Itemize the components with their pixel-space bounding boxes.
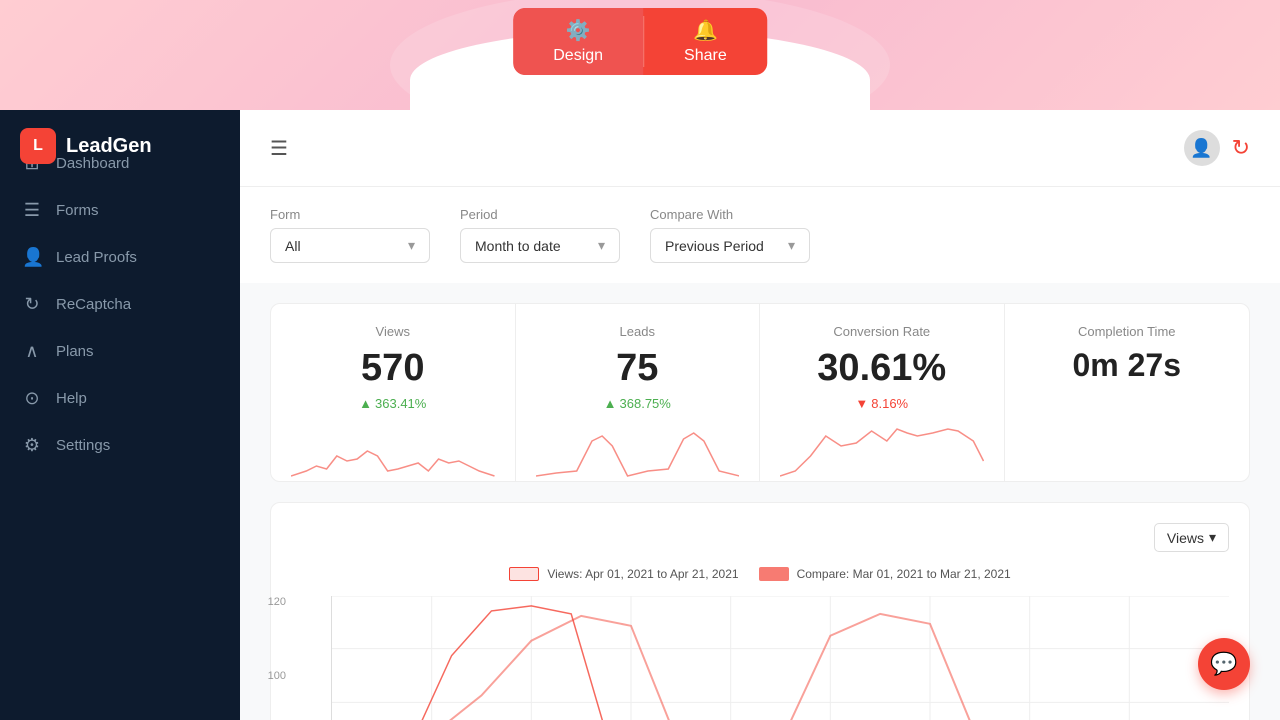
sidebar-item-help[interactable]: ⊙ Help	[0, 375, 240, 422]
views-change: ▲ 363.41%	[291, 396, 495, 411]
user-avatar[interactable]: 👤	[1184, 130, 1220, 166]
nav-items: ⊞ Dashboard ☰ Forms 👤 Lead Proofs ↻ ReCa…	[0, 130, 240, 479]
period-filter-group: Period Month to date ▾	[460, 207, 620, 263]
leads-label: Leads	[536, 324, 740, 339]
chart-header: Views ▾	[291, 523, 1229, 552]
conversion-sparkline	[780, 421, 984, 481]
sidebar-item-forms[interactable]: ☰ Forms	[0, 187, 240, 234]
compare-filter-group: Compare With Previous Period ▾	[650, 207, 810, 263]
plans-icon: ∧	[22, 341, 42, 362]
chart-views-label: Views	[1167, 530, 1204, 546]
period-filter-select[interactable]: Month to date ▾	[460, 228, 620, 263]
legend-current: Views: Apr 01, 2021 to Apr 21, 2021	[509, 567, 738, 581]
compare-filter-caret: ▾	[788, 237, 795, 254]
chart-dropdown-caret: ▾	[1209, 529, 1216, 546]
conversion-label: Conversion Rate	[780, 324, 984, 339]
conversion-change-arrow: ▼	[855, 396, 868, 411]
sidebar-label-help: Help	[56, 390, 87, 407]
sidebar-item-recaptcha[interactable]: ↻ ReCaptcha	[0, 281, 240, 328]
views-change-arrow: ▲	[359, 396, 372, 411]
y-label-120: 120	[256, 596, 286, 608]
chart-wrapper: 120 100 80	[291, 596, 1229, 720]
legend-compare-label: Compare: Mar 01, 2021 to Mar 21, 2021	[797, 567, 1011, 581]
leads-sparkline	[536, 421, 740, 481]
design-icon: ⚙️	[566, 18, 591, 43]
menu-toggle[interactable]: ☰	[270, 136, 288, 161]
sidebar-item-lead-proofs[interactable]: 👤 Lead Proofs	[0, 234, 240, 281]
share-icon: 🔔	[693, 18, 718, 43]
tab-design-label: Design	[553, 47, 603, 65]
help-icon: ⊙	[22, 388, 42, 409]
conversion-change-value: 8.16%	[871, 396, 908, 411]
stat-card-completion: Completion Time 0m 27s	[1005, 304, 1250, 481]
completion-value: 0m 27s	[1025, 347, 1230, 384]
sidebar-label-forms: Forms	[56, 202, 99, 219]
form-filter-label: Form	[270, 207, 430, 222]
compare-filter-label: Compare With	[650, 207, 810, 222]
views-sparkline	[291, 421, 495, 481]
top-banner: ⚙️ Design 🔔 Share	[0, 0, 1280, 110]
form-filter-group: Form All ▾	[270, 207, 430, 263]
period-filter-label: Period	[460, 207, 620, 222]
tab-bar: ⚙️ Design 🔔 Share	[513, 8, 767, 75]
recaptcha-icon: ↻	[22, 294, 42, 315]
sidebar-item-plans[interactable]: ∧ Plans	[0, 328, 240, 375]
form-filter-caret: ▾	[408, 237, 415, 254]
form-filter-select[interactable]: All ▾	[270, 228, 430, 263]
chart-legend: Views: Apr 01, 2021 to Apr 21, 2021 Comp…	[291, 567, 1229, 581]
stat-card-conversion: Conversion Rate 30.61% ▼ 8.16%	[760, 304, 1005, 481]
leads-change: ▲ 368.75%	[536, 396, 740, 411]
tab-share[interactable]: 🔔 Share	[644, 8, 767, 75]
sidebar-label-recaptcha: ReCaptcha	[56, 296, 131, 313]
chart-area	[331, 596, 1229, 720]
period-filter-value: Month to date	[475, 238, 561, 254]
brand-name: LeadGen	[66, 135, 152, 158]
forms-icon: ☰	[22, 200, 42, 221]
views-label: Views	[291, 324, 495, 339]
logo-area: L LeadGen	[0, 110, 240, 182]
leads-value: 75	[536, 347, 740, 390]
completion-label: Completion Time	[1025, 324, 1230, 339]
legend-compare: Compare: Mar 01, 2021 to Mar 21, 2021	[759, 567, 1011, 581]
main-header: ☰ 👤 ↻	[240, 110, 1280, 187]
stats-grid: Views 570 ▲ 363.41% Leads 75 ▲ 368.75% C	[270, 303, 1250, 482]
compare-filter-value: Previous Period	[665, 238, 764, 254]
conversion-value: 30.61%	[780, 347, 984, 390]
leads-change-arrow: ▲	[604, 396, 617, 411]
main-content: ☰ 👤 ↻ Form All ▾ Period Month to date ▾ …	[240, 110, 1280, 720]
views-change-value: 363.41%	[375, 396, 426, 411]
sidebar-item-settings[interactable]: ⚙ Settings	[0, 422, 240, 469]
stat-card-leads: Leads 75 ▲ 368.75%	[516, 304, 761, 481]
filters-bar: Form All ▾ Period Month to date ▾ Compar…	[240, 187, 1280, 283]
period-filter-caret: ▾	[598, 237, 605, 254]
chart-section: Views ▾ Views: Apr 01, 2021 to Apr 21, 2…	[270, 502, 1250, 720]
leads-change-value: 368.75%	[620, 396, 671, 411]
y-axis: 120 100 80	[256, 596, 286, 720]
conversion-change: ▼ 8.16%	[780, 396, 984, 411]
legend-current-swatch	[509, 567, 539, 581]
lead-proofs-icon: 👤	[22, 247, 42, 268]
tab-design[interactable]: ⚙️ Design	[513, 8, 643, 75]
views-value: 570	[291, 347, 495, 390]
logo-icon: L	[20, 128, 56, 164]
stat-card-views: Views 570 ▲ 363.41%	[271, 304, 516, 481]
chart-views-dropdown[interactable]: Views ▾	[1154, 523, 1229, 552]
form-filter-value: All	[285, 238, 301, 254]
settings-icon: ⚙	[22, 435, 42, 456]
sidebar-label-plans: Plans	[56, 343, 94, 360]
sidebar-label-lead-proofs: Lead Proofs	[56, 249, 137, 266]
legend-current-label: Views: Apr 01, 2021 to Apr 21, 2021	[547, 567, 738, 581]
chart-svg	[332, 596, 1229, 720]
tab-share-label: Share	[684, 47, 727, 65]
compare-filter-select[interactable]: Previous Period ▾	[650, 228, 810, 263]
y-label-100: 100	[256, 670, 286, 682]
sidebar-label-settings: Settings	[56, 437, 110, 454]
legend-compare-swatch	[759, 567, 789, 581]
refresh-button[interactable]: ↻	[1232, 135, 1250, 161]
chat-button[interactable]: 💬	[1198, 638, 1250, 690]
